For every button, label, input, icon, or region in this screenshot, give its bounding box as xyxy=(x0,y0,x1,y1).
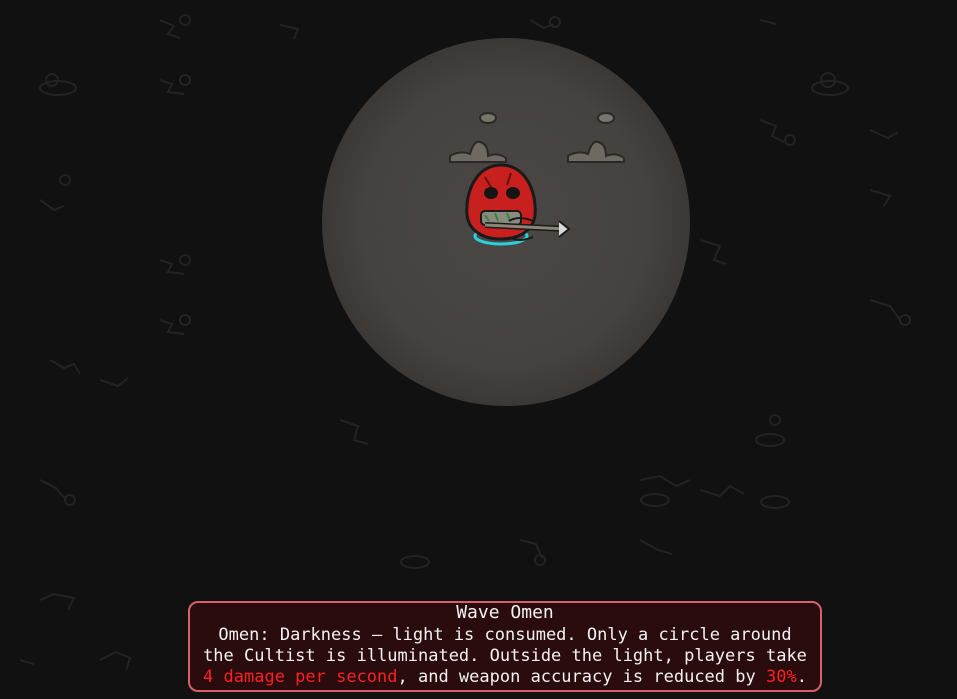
game-scene xyxy=(0,0,957,699)
lit-props xyxy=(449,112,625,163)
skull-prop xyxy=(479,112,615,124)
player-character xyxy=(465,163,571,246)
player-eye-right xyxy=(506,187,520,199)
omen-accuracy-value: 30% xyxy=(765,667,797,687)
omen-damage-value: 4 damage per second xyxy=(203,667,398,687)
omen-title: Wave Omen xyxy=(456,602,554,623)
omen-text-middle: , and weapon accuracy is reduced by xyxy=(397,667,766,687)
omen-text-end: . xyxy=(796,667,807,687)
wave-omen-panel: Wave Omen Omen: Darkness — light is cons… xyxy=(188,601,822,692)
omen-text-intro: Omen: Darkness — light is consumed. Only… xyxy=(203,625,807,666)
player-eye-left xyxy=(484,187,498,199)
omen-description: Omen: Darkness — light is consumed. Only… xyxy=(190,623,820,688)
